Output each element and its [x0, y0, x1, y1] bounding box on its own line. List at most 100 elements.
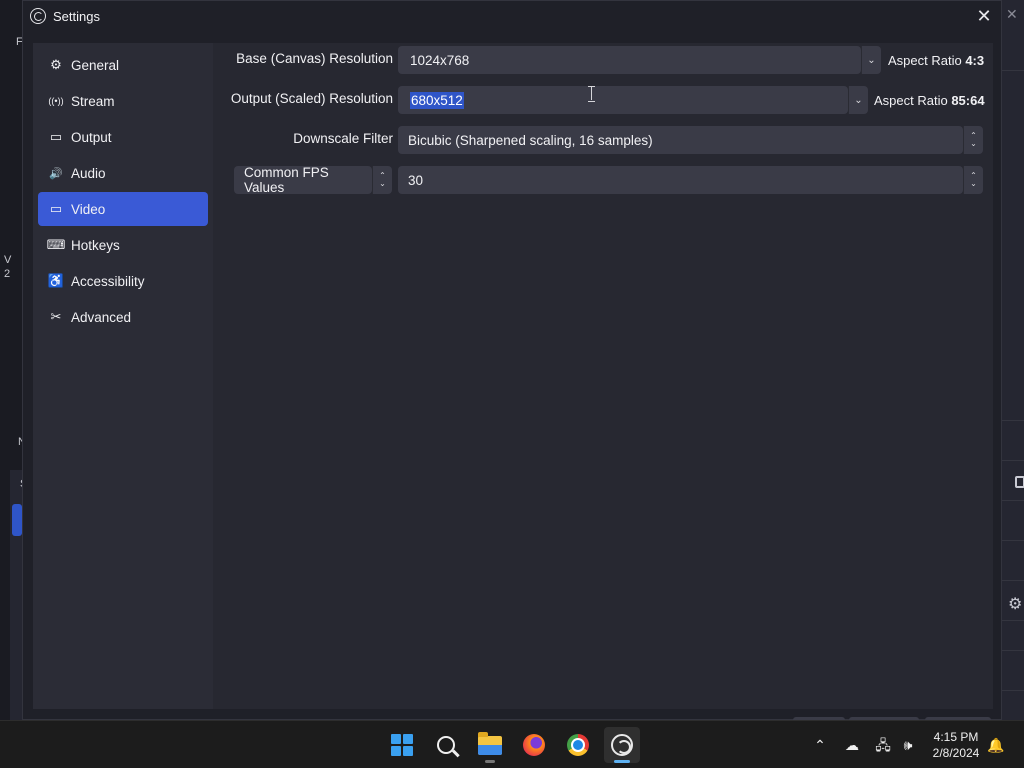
- base-resolution-dropdown-button[interactable]: ⌄: [861, 46, 881, 74]
- notification-bell-icon[interactable]: 🔔: [986, 735, 1006, 755]
- panel-icon[interactable]: [1015, 476, 1024, 488]
- gear-icon: ⚙: [50, 57, 62, 72]
- clock[interactable]: 4:15 PM 2/8/2024: [924, 729, 988, 761]
- speaker-icon: 🔊: [49, 167, 63, 180]
- sidebar-item-advanced[interactable]: ✂ Advanced: [38, 300, 208, 334]
- aspect-ratio-prefix: Aspect Ratio: [874, 93, 948, 108]
- text-cursor-icon: [588, 86, 595, 102]
- chevron-down-icon: ⌄: [379, 179, 386, 188]
- active-indicator: [614, 760, 630, 763]
- running-indicator: [485, 760, 495, 763]
- divider: [1002, 690, 1024, 691]
- close-icon: ✕: [976, 6, 992, 26]
- sidebar-item-video[interactable]: ▭ Video: [38, 192, 208, 226]
- gear-icon[interactable]: ⚙: [1008, 594, 1022, 614]
- aspect-ratio-prefix: Aspect Ratio: [888, 53, 962, 68]
- sidebar-item-label: Video: [71, 201, 106, 217]
- background-char: V: [4, 254, 12, 266]
- divider: [1002, 650, 1024, 651]
- base-resolution-value: 1024x768: [410, 52, 470, 68]
- taskbar: ⌃ ☁ 🖧 🕪 4:15 PM 2/8/2024 🔔: [0, 720, 1024, 768]
- network-icon[interactable]: 🖧: [873, 735, 893, 755]
- file-explorer-button[interactable]: [472, 727, 508, 763]
- chevron-down-icon: ⌄: [970, 179, 977, 188]
- divider: [1002, 500, 1024, 501]
- base-resolution-label: Base (Canvas) Resolution: [236, 51, 393, 66]
- windows-logo-icon: [391, 734, 413, 756]
- sidebar-item-label: Output: [71, 129, 112, 145]
- divider: [1002, 540, 1024, 541]
- tools-icon: ✂: [50, 309, 62, 324]
- settings-content: ⚙ General ((•)) Stream ▭ Output 🔊 Audio …: [33, 43, 993, 709]
- clock-date: 2/8/2024: [932, 746, 980, 760]
- volume-icon[interactable]: 🕪: [898, 735, 918, 755]
- broadcast-icon: ((•)): [48, 96, 64, 106]
- chrome-button[interactable]: [560, 727, 596, 763]
- start-button[interactable]: [384, 727, 420, 763]
- divider: [1002, 620, 1024, 621]
- sidebar-item-stream[interactable]: ((•)) Stream: [38, 84, 208, 118]
- aspect-ratio-value: 85:64: [951, 93, 985, 108]
- downscale-filter-select[interactable]: Bicubic (Sharpened scaling, 16 samples): [398, 126, 963, 154]
- background-close-icon[interactable]: ✕: [1006, 6, 1018, 23]
- settings-sidebar: ⚙ General ((•)) Stream ▭ Output 🔊 Audio …: [33, 43, 213, 709]
- firefox-icon: [523, 734, 545, 756]
- window-title: Settings: [53, 9, 100, 24]
- background-char: 2: [4, 268, 11, 280]
- base-aspect-ratio: Aspect Ratio 4:3: [888, 53, 984, 68]
- sidebar-item-hotkeys[interactable]: ⌨ Hotkeys: [38, 228, 208, 262]
- chevron-down-icon: ⌄: [970, 139, 977, 148]
- firefox-button[interactable]: [516, 727, 552, 763]
- divider: [1002, 460, 1024, 461]
- folder-icon: [478, 731, 502, 755]
- sidebar-item-label: Hotkeys: [71, 237, 120, 253]
- fps-type-dropdown-button[interactable]: ⌃ ⌄: [372, 166, 392, 194]
- output-resolution-label: Output (Scaled) Resolution: [230, 91, 393, 106]
- background-selected-item: [12, 504, 22, 536]
- obs-logo-icon: [30, 8, 46, 24]
- keyboard-icon: ⌨: [46, 237, 66, 252]
- downscale-filter-label: Downscale Filter: [293, 131, 393, 146]
- clock-time: 4:15 PM: [933, 730, 979, 744]
- output-resolution-combo[interactable]: 680x512: [398, 86, 848, 114]
- fps-value-select[interactable]: 30: [398, 166, 963, 194]
- aspect-ratio-value: 4:3: [965, 53, 985, 68]
- downscale-filter-value: Bicubic (Sharpened scaling, 16 samples): [408, 132, 653, 148]
- fps-type-select[interactable]: Common FPS Values: [234, 165, 372, 195]
- divider: [1002, 420, 1024, 421]
- background-right-panel: ✕ ⚙: [1002, 0, 1024, 720]
- output-aspect-ratio: Aspect Ratio 85:64: [874, 93, 985, 108]
- divider: [1002, 580, 1024, 581]
- show-hidden-icons-chevron-icon[interactable]: ⌃: [810, 735, 830, 755]
- downscale-filter-dropdown-button[interactable]: ⌃ ⌄: [963, 126, 983, 154]
- output-resolution-dropdown-button[interactable]: ⌄: [848, 86, 868, 114]
- sidebar-item-label: General: [71, 57, 120, 73]
- sidebar-item-label: Stream: [71, 93, 115, 109]
- sidebar-item-label: Accessibility: [71, 273, 145, 289]
- monitor-icon: ▭: [49, 201, 63, 216]
- obs-icon: [611, 734, 633, 756]
- sidebar-item-label: Advanced: [71, 309, 132, 325]
- sidebar-item-accessibility[interactable]: ♿ Accessibility: [38, 264, 208, 298]
- output-resolution-value[interactable]: 680x512: [410, 91, 464, 109]
- sidebar-item-label: Audio: [71, 165, 106, 181]
- chevron-down-icon: ⌄: [867, 54, 876, 66]
- search-icon: [437, 736, 455, 754]
- fps-type-value: Common FPS Values: [244, 165, 329, 195]
- sidebar-item-output[interactable]: ▭ Output: [38, 120, 208, 154]
- fps-value: 30: [408, 172, 424, 188]
- close-button[interactable]: ✕: [973, 5, 995, 27]
- obs-button[interactable]: [604, 727, 640, 763]
- sidebar-item-audio[interactable]: 🔊 Audio: [38, 156, 208, 190]
- accessibility-icon: ♿: [47, 273, 65, 288]
- sidebar-item-general[interactable]: ⚙ General: [38, 48, 208, 82]
- search-button[interactable]: [428, 727, 464, 763]
- fps-value-dropdown-button[interactable]: ⌃ ⌄: [963, 166, 983, 194]
- chevron-down-icon: ⌄: [854, 94, 863, 106]
- base-resolution-combo[interactable]: 1024x768: [398, 46, 861, 74]
- title-bar[interactable]: Settings ✕: [23, 1, 1001, 32]
- chrome-icon: [567, 734, 589, 756]
- onedrive-icon[interactable]: ☁: [842, 735, 862, 755]
- output-icon: ▭: [49, 129, 63, 144]
- settings-dialog: Settings ✕ ⚙ General ((•)) Stream ▭ Outp…: [22, 0, 1002, 721]
